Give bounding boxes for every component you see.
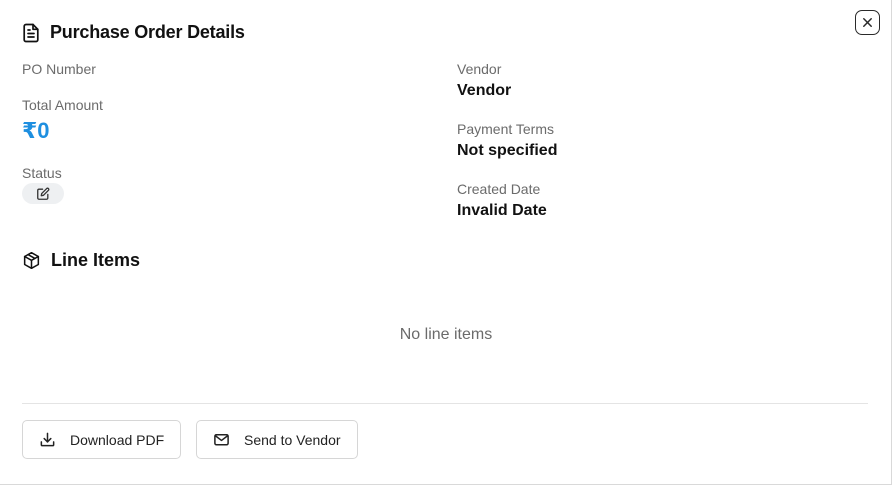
status-edit-button[interactable] [22, 183, 64, 204]
x-icon [863, 18, 872, 27]
line-items-title: Line Items [51, 250, 141, 270]
download-icon [40, 432, 55, 447]
close-button[interactable] [855, 10, 880, 35]
send-to-vendor-label: Send to Vendor [244, 431, 341, 448]
created-date-label: Created Date [457, 181, 541, 197]
total-amount-label: Total Amount [22, 97, 103, 113]
send-to-vendor-button[interactable]: Send to Vendor [196, 420, 358, 459]
modal-title: Purchase Order Details [50, 22, 245, 42]
empty-state-text: No line items [399, 326, 493, 343]
vendor-value: Vendor [457, 82, 512, 99]
status-label: Status [22, 165, 62, 181]
edit-icon [37, 187, 50, 200]
line-items-header: Line Items [22, 250, 140, 271]
vendor-label: Vendor [457, 61, 502, 77]
created-date-value: Invalid Date [457, 202, 547, 219]
package-icon [23, 251, 40, 270]
total-amount-value: ₹0 [22, 118, 50, 143]
footer-divider [22, 403, 868, 404]
po-number-label: PO Number [22, 61, 96, 77]
payment-terms-label: Payment Terms [457, 121, 554, 137]
modal-header: Purchase Order Details [22, 22, 245, 43]
file-text-icon [22, 23, 40, 43]
payment-terms-value: Not specified [457, 142, 558, 159]
purchase-order-modal: Purchase Order Details PO Number Total A… [0, 0, 892, 485]
download-pdf-button[interactable]: Download PDF [22, 420, 182, 459]
download-pdf-label: Download PDF [70, 431, 165, 448]
mail-icon [214, 434, 229, 446]
